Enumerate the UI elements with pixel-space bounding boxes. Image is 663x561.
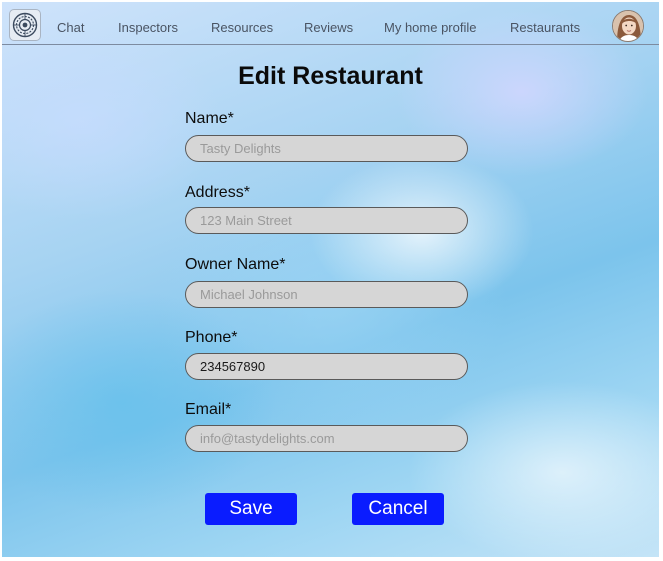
address-field[interactable] (185, 207, 468, 234)
email-field[interactable] (185, 425, 468, 452)
app-window: Chat Inspectors Resources Reviews My hom… (2, 2, 659, 557)
phone-field[interactable] (185, 353, 468, 380)
nav-item-resources[interactable]: Resources (211, 20, 273, 35)
address-label: Address* (185, 184, 250, 201)
name-label: Name* (185, 110, 234, 127)
owner-name-field[interactable] (185, 281, 468, 308)
nav-item-restaurants[interactable]: Restaurants (510, 20, 580, 35)
name-field[interactable] (185, 135, 468, 162)
nav-item-chat[interactable]: Chat (57, 20, 84, 35)
nav-item-reviews[interactable]: Reviews (304, 20, 353, 35)
mandala-logo-icon[interactable] (9, 9, 41, 41)
email-label: Email* (185, 401, 232, 418)
owner-name-label: Owner Name* (185, 256, 286, 273)
page-title: Edit Restaurant (238, 62, 423, 90)
cancel-button[interactable]: Cancel (352, 493, 444, 525)
save-button[interactable]: Save (205, 493, 297, 525)
nav-item-inspectors[interactable]: Inspectors (118, 20, 178, 35)
phone-label: Phone* (185, 329, 238, 346)
user-avatar[interactable] (612, 10, 644, 42)
top-navbar: Chat Inspectors Resources Reviews My hom… (2, 2, 659, 45)
nav-item-my-home-profile[interactable]: My home profile (384, 20, 476, 35)
